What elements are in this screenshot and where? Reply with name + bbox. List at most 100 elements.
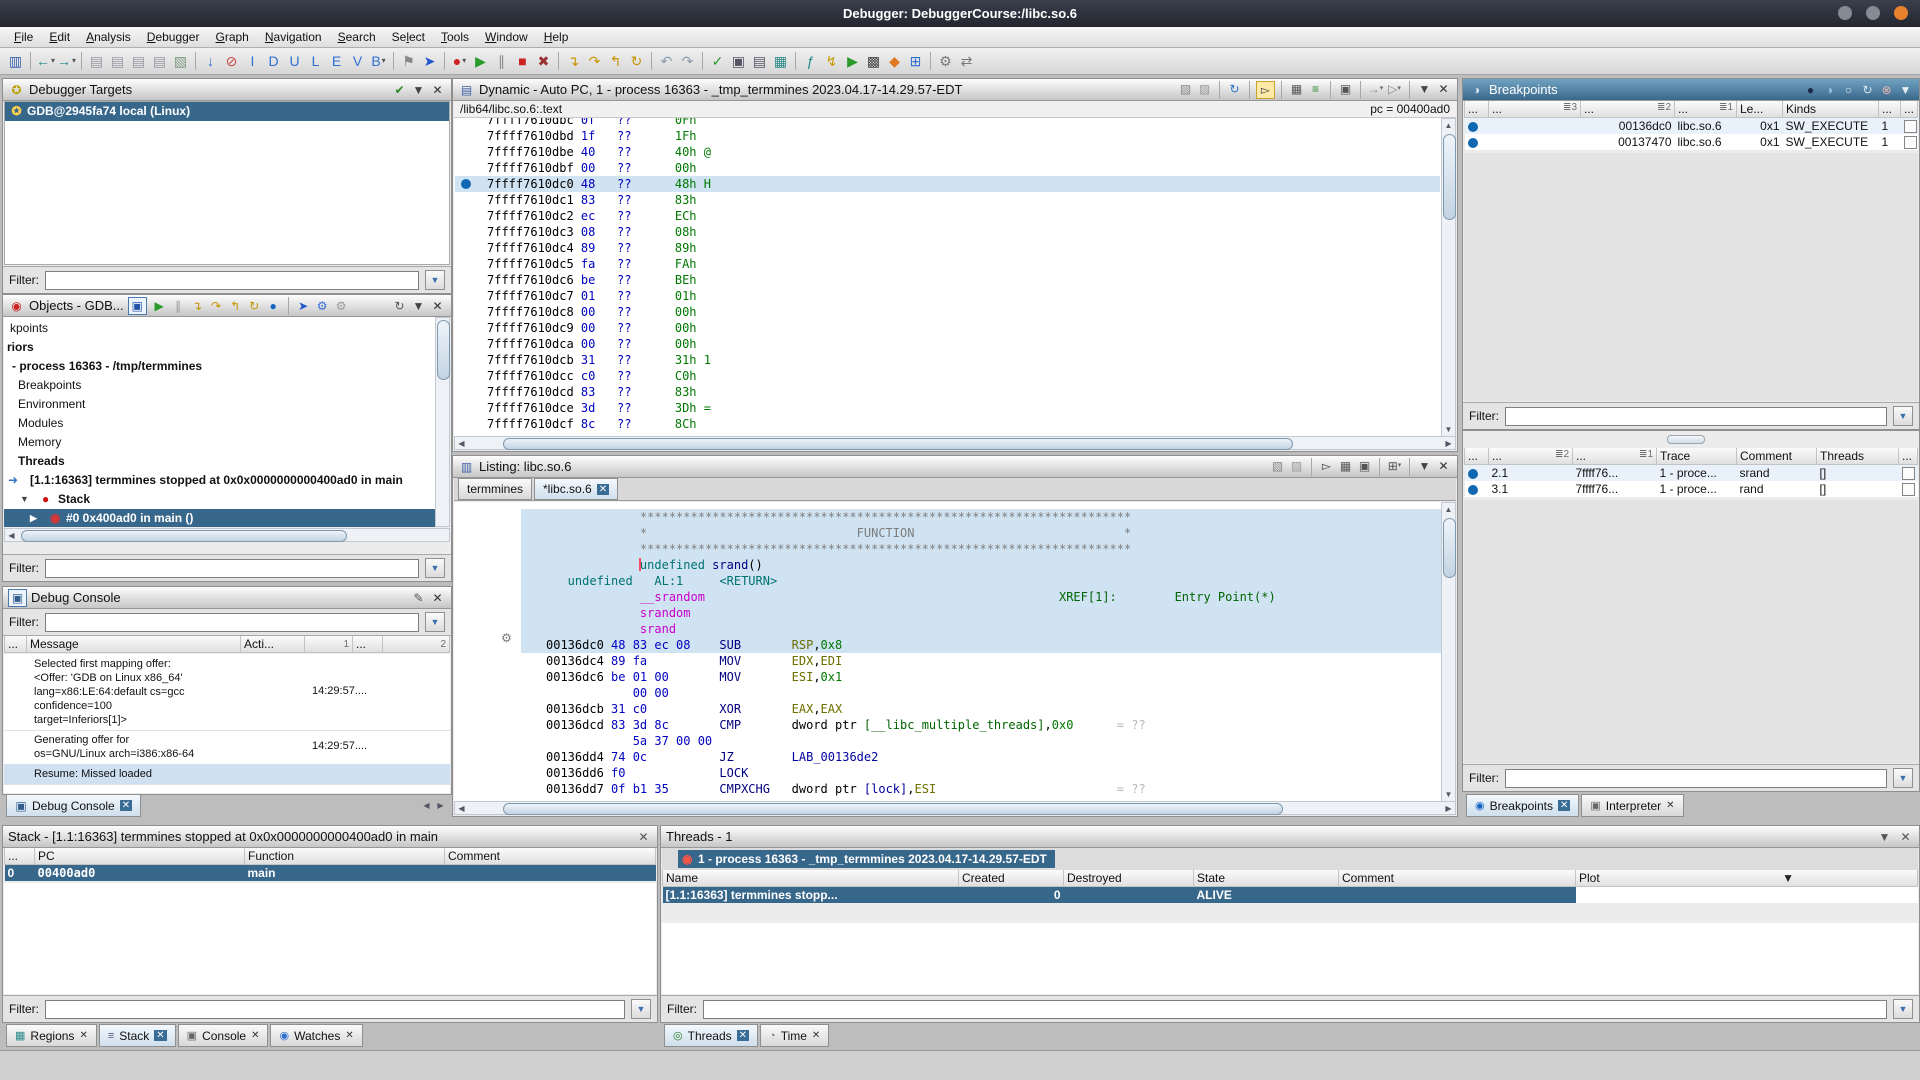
splitter-handle[interactable] [1667,435,1705,444]
thread-row[interactable]: [1.1:16363] termmines stopp... 0 ALIVE [663,887,1918,904]
menu-edit[interactable]: Edit [41,29,78,45]
dynamic-listing-row[interactable]: 7ffff7610dbd1f??1Fh [455,128,1440,144]
tab-close-icon[interactable]: ✕ [1666,800,1674,811]
clear-breakpoints-icon[interactable]: ⊗ [1878,82,1895,98]
scroll-left-icon[interactable]: ◀ [455,802,468,815]
step-over-icon[interactable]: ↷ [584,51,605,72]
tree-item[interactable]: ➜[1.1:16363] termmines stopped at 0x0x00… [4,471,435,490]
interrupt-icon[interactable]: ∥ [170,298,187,314]
dynamic-listing-row[interactable]: 7ffff7610dbe40??40h@ [455,144,1440,160]
tools-icon[interactable]: ⚙ [935,51,956,72]
listing-code-line[interactable]: ****************************************… [521,541,1441,557]
filter-options-icon[interactable]: ▼ [1893,999,1913,1019]
tree-item[interactable]: Breakpoints [4,376,435,395]
listing-code-line[interactable]: ****************************************… [521,509,1441,525]
tree-item[interactable]: ▶◉#0 0x400ad0 in main () [4,509,435,527]
dynamic-listing-row[interactable]: 7ffff7610dbf00??00h [455,160,1440,176]
console-launch-icon[interactable]: ▣ [128,297,147,315]
bottom-left-tab-watches[interactable]: ◉Watches✕ [270,1024,362,1047]
listing-code-line[interactable]: 00 00 [521,685,1441,701]
enable-breakpoints-icon[interactable]: ◑ [1821,82,1838,98]
data-type-b-icon[interactable]: B [368,51,389,72]
listing-code-line[interactable]: 5a 37 00 00 [521,733,1441,749]
trace-breakpoint-row[interactable]: 3.1 7ffff76... 1 - proce... rand [] [1465,481,1918,497]
listing-code-line[interactable]: * FUNCTION * [521,525,1441,541]
bottom-right-tab-time[interactable]: ◔Time✕ [760,1024,829,1047]
cursor-tracking-icon[interactable]: ▻ [1318,458,1335,474]
tree-item[interactable]: riors [4,338,435,357]
dynamic-listing-row[interactable]: 7ffff7610dce3d??3Dh= [455,400,1440,416]
listing-code-line[interactable]: 00136dd474 0cJZLAB_00136de2 [521,749,1441,765]
byte-viewer-icon[interactable]: ⊞ [905,51,926,72]
paste-icon[interactable]: ▨ [1196,81,1213,97]
expander-icon[interactable]: ▶ [30,509,37,527]
listing-code-line[interactable]: 00136dcb31 c0XOREAX,EAX [521,701,1441,717]
data-type-v-icon[interactable]: V [347,51,368,72]
plot-marker-icon[interactable]: ▼ [1782,871,1794,885]
cursor-tracking-icon[interactable]: ▻ [1256,81,1275,99]
trace-breakpoints-filter-input[interactable] [1505,769,1887,788]
dynamic-listing-row[interactable]: 7ffff7610dca00??00h [455,336,1440,352]
launch-disabled-icon[interactable]: ⚙ [333,298,350,314]
step-out-icon[interactable]: ↰ [605,51,626,72]
record-icon[interactable]: ● [265,298,282,314]
tree-item[interactable]: ▼●Stack [4,490,435,509]
tree-item[interactable]: - process 16363 - /tmp/termmines [4,357,435,376]
tab-close-icon[interactable]: ✕ [597,484,609,495]
panel-menu-icon[interactable]: ▼ [1416,458,1433,474]
panel-menu-icon[interactable]: ▼ [410,298,427,314]
dynamic-listing-row[interactable]: 7ffff7610dc800??00h [455,304,1440,320]
listing-tab-libcso6[interactable]: *libc.so.6✕ [534,478,618,500]
tree-item[interactable]: Memory [4,433,435,452]
dynamic-listing-row[interactable]: 7ffff7610dc489??89h [455,240,1440,256]
tab-close-icon[interactable]: ✕ [345,1030,353,1041]
step-over-icon[interactable]: ↷ [208,298,225,314]
stack-filter-input[interactable] [45,1000,625,1019]
right-tab-interpreter[interactable]: ▣Interpreter✕ [1581,794,1683,817]
dynamic-listing-row[interactable]: 7ffff7610dcb31??31h1 [455,352,1440,368]
stack-frame-row[interactable]: 0 00400ad0 main [5,865,656,882]
filter-options-icon[interactable]: ▼ [425,558,445,578]
tab-close-icon[interactable]: ✕ [79,1030,87,1041]
close-button[interactable] [1894,6,1908,20]
dynamic-hscrollbar[interactable]: ◀ ▶ [454,436,1456,450]
bottom-right-tab-threads[interactable]: ◎Threads✕ [664,1024,758,1047]
chip-icon[interactable]: ▩ [863,51,884,72]
minimize-button[interactable] [1838,6,1852,20]
interrupt-icon[interactable]: ∥ [491,51,512,72]
track-pc-icon[interactable]: → [1367,81,1384,97]
refresh-icon[interactable]: ↻ [1226,81,1243,97]
breakpoint-checkbox[interactable] [1902,467,1915,480]
function-id-icon[interactable]: ƒ [800,51,821,72]
menu-help[interactable]: Help [536,29,577,45]
copy-tool-icon-2[interactable]: ▤ [107,51,128,72]
objects-vscrollbar[interactable] [435,317,450,527]
breakpoint-enabled-icon[interactable] [1468,122,1478,132]
scroll-left-icon[interactable]: ◀ [455,437,468,450]
dynamic-listing-row[interactable]: 7ffff7610dc183??83h [455,192,1440,208]
tabs-scroll-right-icon[interactable]: ▶ [434,799,447,812]
disassemble-icon[interactable]: ↓ [200,51,221,72]
tab-close-icon[interactable]: ✕ [812,1030,820,1041]
threads-filter-input[interactable] [703,1000,1887,1019]
console-message-row[interactable]: Selected first mapping offer:<Offer: 'GD… [4,654,450,731]
launch-icon[interactable]: ➤ [419,51,440,72]
resume-icon[interactable]: ▶ [470,51,491,72]
dynamic-listing-row[interactable]: 7ffff7610dccc0??C0h [455,368,1440,384]
console-message-row[interactable]: Generating offer foros=GNU/Linux arch=i3… [4,730,450,765]
stop-icon[interactable]: ■ [512,51,533,72]
right-tab-breakpoints[interactable]: ◉Breakpoints✕ [1466,794,1579,817]
breakpoint-checkbox[interactable] [1902,483,1915,496]
menu-window[interactable]: Window [477,29,536,45]
breakpoint-dot-icon[interactable] [461,179,471,189]
snapshot-camera-icon[interactable]: ▣ [1356,458,1373,474]
launch-config-icon[interactable]: ⚙ [314,298,331,314]
close-icon[interactable]: ✕ [1435,458,1452,474]
goto-table-icon[interactable]: ▦ [1288,81,1305,97]
tab-close-icon[interactable]: ✕ [251,1030,259,1041]
console-message-row[interactable]: Resume: Missed loaded [4,764,450,785]
dynamic-listing-row[interactable]: 7ffff7610dc5fa??FAh [455,256,1440,272]
dynamic-listing-row[interactable]: 7ffff7610dcf8c??8Ch [455,416,1440,432]
data-type-u-icon[interactable]: U [284,51,305,72]
breakpoint-row[interactable]: 00137470 libc.so.6 0x1 SW_EXECUTE 1 [1465,134,1918,150]
